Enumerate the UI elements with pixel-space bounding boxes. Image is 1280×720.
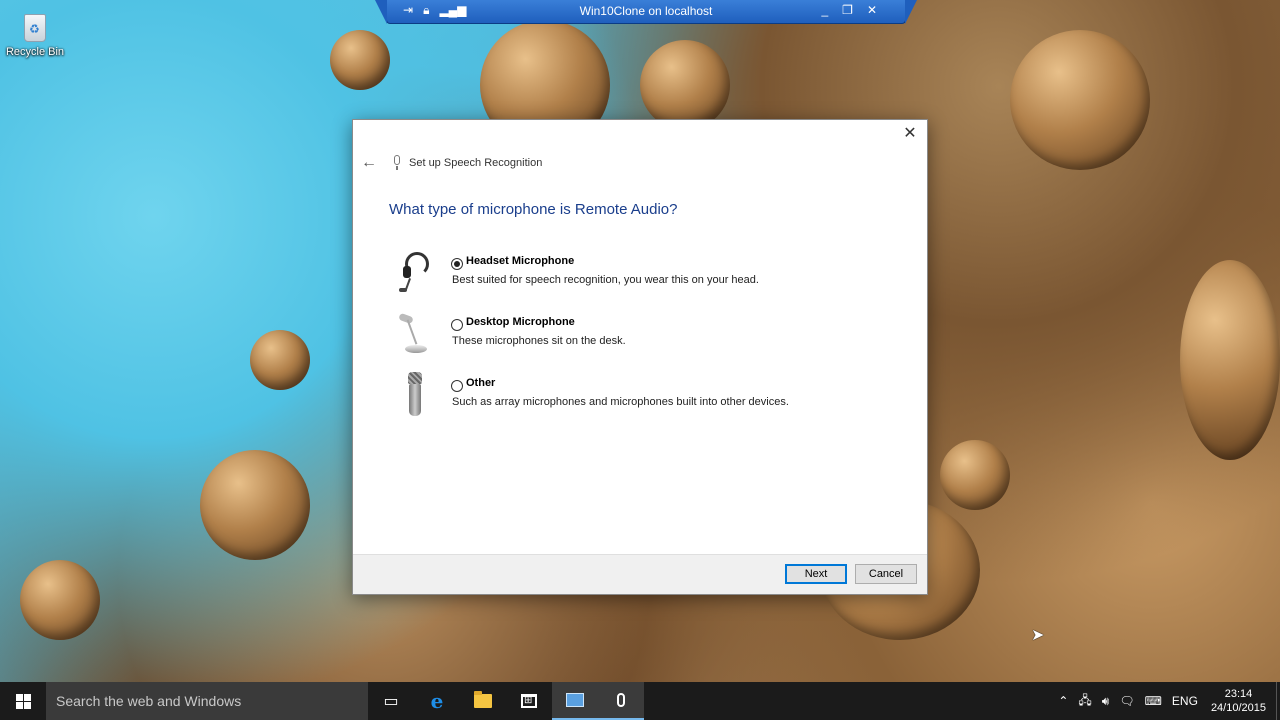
- file-explorer-icon[interactable]: [460, 682, 506, 720]
- close-icon[interactable]: ✕: [867, 3, 877, 17]
- option-description: Such as array microphones and microphone…: [452, 396, 789, 408]
- radio-other[interactable]: [451, 380, 463, 392]
- option-label[interactable]: Desktop Microphone: [466, 316, 575, 328]
- option-description: Best suited for speech recognition, you …: [452, 274, 759, 286]
- option-headset[interactable]: Headset Microphone Best suited for speec…: [393, 248, 873, 298]
- dialog-close-icon[interactable]: ✕: [901, 125, 919, 143]
- recycle-bin-label: Recycle Bin: [5, 46, 65, 58]
- radio-desktop[interactable]: [451, 319, 463, 331]
- speech-recognition-dialog: ✕ ← Set up Speech Recognition What type …: [352, 119, 928, 595]
- dialog-footer: Next Cancel: [353, 554, 927, 594]
- clock[interactable]: 23:14 24/10/2015: [1211, 687, 1266, 715]
- option-label[interactable]: Headset Microphone: [466, 255, 574, 267]
- taskbar: Search the web and Windows ▭ e ⌃ 🖧︎ 🔊︎ 🗨…: [0, 682, 1280, 720]
- dialog-title: Set up Speech Recognition: [409, 157, 543, 169]
- restore-icon[interactable]: ❐: [842, 3, 853, 17]
- radio-headset[interactable]: [451, 258, 463, 270]
- option-other[interactable]: Other Such as array microphones and micr…: [393, 370, 873, 420]
- remote-connection-bar: ⇥ 🔒︎ ▂▄▆ Win10Clone on localhost _ ❐ ✕: [375, 0, 917, 24]
- wallpaper-sphere: [940, 440, 1010, 510]
- next-button[interactable]: Next: [785, 564, 847, 584]
- start-button[interactable]: [0, 682, 46, 720]
- edge-browser-icon[interactable]: e: [414, 682, 460, 720]
- recycle-bin-icon: ♻: [20, 8, 50, 44]
- language-indicator[interactable]: ENG: [1172, 694, 1198, 708]
- cancel-button[interactable]: Cancel: [855, 564, 917, 584]
- wallpaper-sphere: [640, 40, 730, 130]
- wallpaper-sphere: [20, 560, 100, 640]
- show-desktop-button[interactable]: [1276, 682, 1280, 720]
- question-heading: What type of microphone is Remote Audio?: [389, 201, 678, 218]
- recycle-bin-shortcut[interactable]: ♻ Recycle Bin: [4, 8, 66, 58]
- option-desktop[interactable]: Desktop Microphone These microphones sit…: [393, 309, 873, 359]
- store-icon[interactable]: [506, 682, 552, 720]
- clock-time: 23:14: [1224, 688, 1253, 700]
- wallpaper-sphere: [330, 30, 390, 90]
- wallpaper-sphere: [200, 450, 310, 560]
- remote-desktop-icon[interactable]: [552, 682, 598, 720]
- search-box[interactable]: Search the web and Windows: [46, 682, 368, 720]
- mouse-cursor-icon: ➤: [1031, 627, 1045, 644]
- network-icon[interactable]: 🖧︎: [1078, 691, 1091, 712]
- windows-logo-icon: [15, 693, 31, 709]
- desktop-microphone-icon: [393, 309, 439, 357]
- keyboard-icon[interactable]: ⌨: [1145, 694, 1162, 708]
- wallpaper-sphere: [250, 330, 310, 390]
- wallpaper-sphere: [1010, 30, 1150, 170]
- microphone-icon: [391, 155, 403, 171]
- option-label[interactable]: Other: [466, 377, 495, 389]
- speech-recognition-taskbar-icon[interactable]: [598, 682, 644, 720]
- dialog-header: ← Set up Speech Recognition: [361, 154, 542, 172]
- handheld-microphone-icon: [393, 370, 439, 418]
- system-tray: ⌃ 🖧︎ 🔊︎ 🗨︎ ⌨ ENG 23:14 24/10/2015: [1053, 682, 1280, 720]
- option-description: These microphones sit on the desk.: [452, 335, 626, 347]
- volume-icon[interactable]: 🔊︎: [1102, 694, 1110, 709]
- chevron-up-icon[interactable]: ⌃: [1058, 694, 1068, 708]
- headset-microphone-icon: [393, 248, 439, 296]
- action-center-icon[interactable]: 🗨︎: [1119, 694, 1134, 708]
- wallpaper-sphere: [1180, 260, 1280, 460]
- minimize-icon[interactable]: _: [821, 3, 828, 17]
- task-view-icon[interactable]: ▭: [368, 682, 414, 720]
- back-arrow-icon[interactable]: ←: [361, 154, 381, 172]
- clock-date: 24/10/2015: [1210, 702, 1266, 714]
